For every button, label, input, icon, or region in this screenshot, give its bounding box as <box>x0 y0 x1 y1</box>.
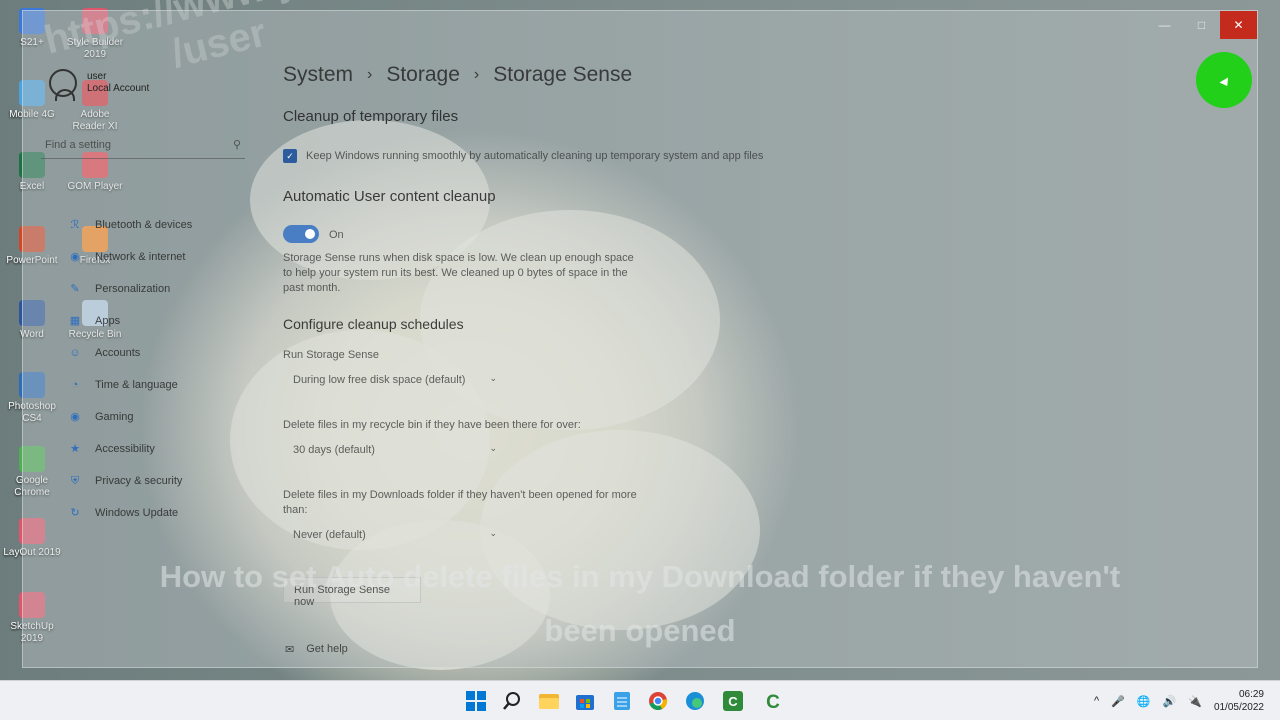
close-button[interactable]: ✕ <box>1220 11 1257 39</box>
edge-icon[interactable] <box>683 689 707 713</box>
accessibility-icon: ★ <box>70 443 80 455</box>
svg-text:C: C <box>728 694 738 709</box>
apps-icon: ▦ <box>69 315 81 327</box>
chevron-down-icon: ⌄ <box>489 528 497 538</box>
store-icon[interactable] <box>573 689 597 713</box>
auto-cleanup-toggle[interactable] <box>283 225 319 243</box>
update-icon: ↻ <box>70 507 80 519</box>
nav-item-apps[interactable]: ▦ Apps <box>45 305 192 337</box>
nav-item-label: Network & internet <box>95 251 186 263</box>
file-explorer-icon[interactable] <box>537 689 561 713</box>
chevron-down-icon: ⌄ <box>489 443 497 453</box>
video-caption: How to set Auto delete files in my Downl… <box>0 550 1280 658</box>
search-placeholder: Find a setting <box>45 139 112 151</box>
breadcrumb-storage-sense: Storage Sense <box>493 63 633 86</box>
search-icon[interactable] <box>500 689 524 713</box>
caption-line-1: How to set Auto delete files in my Downl… <box>159 559 1121 594</box>
taskbar: C C ^ 🎤 🌐 🔊 🔌 06:29 01/05/2022 <box>0 680 1280 720</box>
downloads-label: Delete files in my Downloads folder if t… <box>283 489 637 516</box>
battery-icon[interactable]: 🔌 <box>1188 695 1202 708</box>
search-icon: ⚲ <box>232 139 241 151</box>
maximize-button[interactable]: □ <box>1183 11 1220 39</box>
shield-icon: ⛨ <box>70 475 80 487</box>
nav-item-bluetooth-devices[interactable]: ℛ Bluetooth & devices <box>45 209 193 241</box>
brush-icon: ✎ <box>70 283 80 295</box>
nav-item-label: Privacy & security <box>95 475 183 487</box>
nav-item-label: Gaming <box>95 411 134 423</box>
chrome-icon[interactable] <box>646 689 670 713</box>
auto-cleanup-description: Storage Sense runs when disk space is lo… <box>283 252 634 294</box>
globe-icon: ◔ <box>71 379 79 391</box>
minimize-button[interactable]: — <box>1146 11 1183 39</box>
clock-time: 06:29 <box>1238 689 1264 700</box>
recycle-bin-value: 30 days (default) <box>293 444 375 456</box>
temp-files-checkbox-label: Keep Windows running smoothly by automat… <box>306 150 764 162</box>
network-globe-icon[interactable]: 🌐 <box>1137 695 1151 708</box>
chevron-right-icon: › <box>367 66 373 83</box>
microphone-icon[interactable]: 🎤 <box>1111 695 1125 708</box>
tray-overflow-chevron-icon[interactable]: ^ <box>1094 695 1099 707</box>
network-icon: ◉ <box>70 251 80 263</box>
settings-nav: ℛ Bluetooth & devices ◉ Network & internet ✎… <box>45 209 192 529</box>
auto-cleanup-heading: Automatic User content cleanup <box>283 188 496 205</box>
account-name: user <box>87 71 107 82</box>
downloads-dropdown[interactable]: Never (default) ⌄ <box>283 521 503 549</box>
camtasia-recorder-icon[interactable]: C <box>761 689 785 713</box>
nav-item-accounts[interactable]: ☺ Accounts <box>45 337 192 369</box>
downloads-value: Never (default) <box>293 529 366 541</box>
nav-item-label: Accounts <box>95 347 141 359</box>
gamepad-icon: ◉ <box>70 411 80 423</box>
account-type: Local Account <box>87 83 150 94</box>
schedule-heading: Configure cleanup schedules <box>283 316 464 332</box>
clock-date: 01/05/2022 <box>1213 702 1264 713</box>
chevron-right-icon: › <box>473 66 480 83</box>
run-storage-sense-dropdown[interactable]: During low free disk space (default) ⌄ <box>283 366 503 394</box>
bluetooth-icon: ℛ <box>70 219 80 231</box>
chevron-down-icon: ⌄ <box>489 373 497 383</box>
windows-start-icon[interactable] <box>464 689 488 713</box>
volume-icon[interactable]: 🔊 <box>1163 695 1177 708</box>
nav-item-label: Accessibility <box>95 443 155 455</box>
nav-item-label: Bluetooth & devices <box>95 219 193 231</box>
search-input[interactable]: Find a setting ⚲ <box>41 133 245 159</box>
notepad-icon[interactable] <box>610 689 634 713</box>
account-panel[interactable]: user Local Account <box>49 69 150 101</box>
nav-item-personalization[interactable]: ✎ Personalization <box>45 273 192 305</box>
nav-item-label: Time & language <box>95 379 178 391</box>
title-bar: — □ ✕ <box>1146 11 1257 39</box>
caption-line-2: been opened <box>544 613 736 648</box>
nav-item-time-language[interactable]: ◔ Time & language <box>45 369 192 401</box>
nav-item-windows-update[interactable]: ↻ Windows Update <box>45 497 192 529</box>
breadcrumb-storage[interactable]: Storage <box>386 63 460 87</box>
cursor-highlight-icon <box>1196 52 1252 108</box>
temp-files-checkbox[interactable]: ✓ <box>283 149 297 163</box>
nav-item-label: Apps <box>95 315 121 327</box>
recycle-bin-dropdown[interactable]: 30 days (default) ⌄ <box>283 436 503 464</box>
nav-item-privacy-security[interactable]: ⛨ Privacy & security <box>45 465 192 497</box>
run-storage-sense-value: During low free disk space (default) <box>293 374 466 386</box>
camtasia-icon[interactable]: C <box>721 689 745 713</box>
nav-item-label: Windows Update <box>95 507 179 519</box>
svg-text:C: C <box>766 692 780 712</box>
system-tray: ^ 🎤 🌐 🔊 🔌 06:29 01/05/2022 <box>1094 681 1264 720</box>
recycle-bin-label: Delete files in my recycle bin if they h… <box>283 419 581 431</box>
nav-item-network-internet[interactable]: ◉ Network & internet <box>45 241 192 273</box>
run-storage-sense-label: Run Storage Sense <box>283 349 380 361</box>
breadcrumb-system[interactable]: System <box>283 63 353 87</box>
person-icon: ☺ <box>69 347 81 359</box>
nav-item-accessibility[interactable]: ★ Accessibility <box>45 433 192 465</box>
avatar <box>49 69 77 101</box>
nav-item-gaming[interactable]: ◉ Gaming <box>45 401 192 433</box>
breadcrumb: System › Storage › Storage Sense <box>283 63 632 87</box>
nav-item-label: Personalization <box>95 283 171 295</box>
temp-files-heading: Cleanup of temporary files <box>283 108 459 125</box>
toggle-state-label: On <box>329 229 344 241</box>
clock[interactable]: 06:29 01/05/2022 <box>1214 688 1264 714</box>
